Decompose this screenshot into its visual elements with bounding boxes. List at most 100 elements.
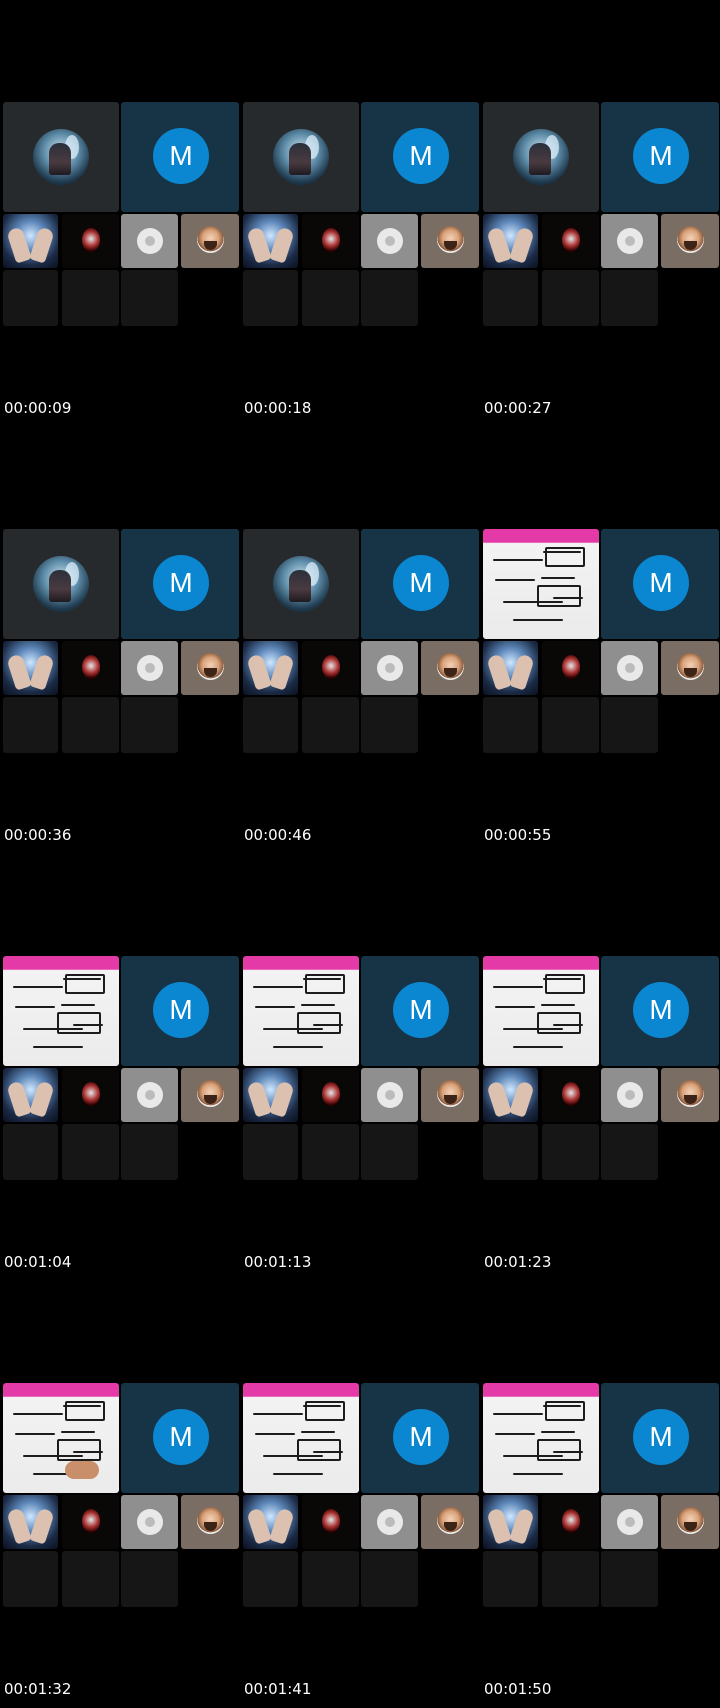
- speaker-avatar-tile[interactable]: [243, 102, 359, 212]
- meeting-thumbnail[interactable]: M: [483, 529, 719, 753]
- participant-photo-tile[interactable]: [661, 214, 719, 268]
- participant-photo-tile[interactable]: [421, 1068, 479, 1122]
- meeting-thumbnail[interactable]: M: [243, 956, 479, 1180]
- meeting-thumbnail[interactable]: M: [243, 1383, 479, 1607]
- participant-placeholder-tile[interactable]: [601, 1495, 658, 1549]
- participant-hands-tile[interactable]: [483, 1068, 538, 1122]
- participant-m-tile[interactable]: M: [121, 529, 239, 639]
- frame-cell[interactable]: M 00:01:13: [240, 854, 480, 1281]
- participant-dark-tile[interactable]: [302, 214, 359, 268]
- frame-cell[interactable]: M 00:01:50: [480, 1281, 720, 1708]
- participant-m-tile[interactable]: M: [361, 956, 479, 1066]
- participant-photo-tile[interactable]: [181, 1068, 239, 1122]
- meeting-thumbnail[interactable]: M: [3, 529, 239, 753]
- participant-dark-tile[interactable]: [62, 1495, 119, 1549]
- empty-tile: [3, 697, 58, 753]
- participant-placeholder-tile[interactable]: [601, 1068, 658, 1122]
- participant-dark-tile[interactable]: [302, 1068, 359, 1122]
- meeting-thumbnail[interactable]: M: [3, 956, 239, 1180]
- whiteboard-video-tile[interactable]: [3, 956, 119, 1066]
- participant-hands-tile[interactable]: [483, 641, 538, 695]
- whiteboard-video-tile[interactable]: [243, 956, 359, 1066]
- participant-hands-tile[interactable]: [3, 1068, 58, 1122]
- participant-hands-tile[interactable]: [3, 1495, 58, 1549]
- participant-hands-tile[interactable]: [243, 1495, 298, 1549]
- participant-dark-tile[interactable]: [62, 1068, 119, 1122]
- participant-placeholder-tile[interactable]: [121, 641, 178, 695]
- frame-cell[interactable]: M 00:01:41: [240, 1281, 480, 1708]
- whiteboard-video-tile[interactable]: [483, 529, 599, 639]
- speaker-avatar-tile[interactable]: [243, 529, 359, 639]
- participant-dark-tile[interactable]: [542, 1495, 599, 1549]
- participant-dark-tile[interactable]: [542, 214, 599, 268]
- handwriting-stroke: [493, 986, 543, 988]
- meeting-thumbnail[interactable]: M: [243, 529, 479, 753]
- participant-placeholder-tile[interactable]: [361, 641, 418, 695]
- participant-dark-tile[interactable]: [62, 214, 119, 268]
- participant-m-tile[interactable]: M: [601, 1383, 719, 1493]
- participant-dark-tile[interactable]: [62, 641, 119, 695]
- frame-cell[interactable]: M 00:00:36: [0, 427, 240, 854]
- meeting-thumbnail[interactable]: M: [243, 102, 479, 326]
- frame-cell[interactable]: M 00:00:27: [480, 0, 720, 427]
- participant-photo-tile[interactable]: [181, 1495, 239, 1549]
- participant-photo-tile[interactable]: [661, 641, 719, 695]
- participant-dark-tile[interactable]: [542, 641, 599, 695]
- participant-placeholder-tile[interactable]: [121, 214, 178, 268]
- frame-cell[interactable]: M 00:00:18: [240, 0, 480, 427]
- frame-cell[interactable]: M 00:00:09: [0, 0, 240, 427]
- participant-hands-tile[interactable]: [3, 214, 58, 268]
- participant-hands-tile[interactable]: [483, 214, 538, 268]
- participant-m-tile[interactable]: M: [601, 102, 719, 212]
- frame-cell[interactable]: M 00:01:32: [0, 1281, 240, 1708]
- participant-m-tile[interactable]: M: [361, 102, 479, 212]
- participant-m-tile[interactable]: M: [361, 529, 479, 639]
- participant-hands-tile[interactable]: [243, 641, 298, 695]
- participant-m-tile[interactable]: M: [121, 1383, 239, 1493]
- whiteboard-video-tile[interactable]: [483, 956, 599, 1066]
- speaker-avatar-tile[interactable]: [3, 529, 119, 639]
- participant-photo-tile[interactable]: [421, 214, 479, 268]
- whiteboard-video-tile[interactable]: [3, 1383, 119, 1493]
- frame-cell[interactable]: M 00:01:04: [0, 854, 240, 1281]
- meeting-thumbnail[interactable]: M: [3, 102, 239, 326]
- participant-photo-tile[interactable]: [181, 641, 239, 695]
- participant-photo-tile[interactable]: [181, 214, 239, 268]
- participant-placeholder-tile[interactable]: [601, 214, 658, 268]
- whiteboard-video-tile[interactable]: [483, 1383, 599, 1493]
- frame-cell[interactable]: M 00:00:55: [480, 427, 720, 854]
- participant-placeholder-tile[interactable]: [121, 1068, 178, 1122]
- speaker-avatar-tile[interactable]: [483, 102, 599, 212]
- participant-dark-tile[interactable]: [302, 641, 359, 695]
- participant-placeholder-tile[interactable]: [601, 641, 658, 695]
- whiteboard-video-tile[interactable]: [243, 1383, 359, 1493]
- participant-m-tile[interactable]: M: [121, 102, 239, 212]
- participant-m-tile[interactable]: M: [601, 529, 719, 639]
- participant-placeholder-tile[interactable]: [361, 214, 418, 268]
- participant-hands-tile[interactable]: [243, 1068, 298, 1122]
- participant-photo-tile[interactable]: [661, 1068, 719, 1122]
- participant-dark-tile[interactable]: [542, 1068, 599, 1122]
- frame-cell[interactable]: M 00:00:46: [240, 427, 480, 854]
- participant-placeholder-tile[interactable]: [121, 1495, 178, 1549]
- participant-placeholder-tile[interactable]: [361, 1068, 418, 1122]
- participant-photo-tile[interactable]: [421, 1495, 479, 1549]
- frame-timestamp: 00:00:09: [4, 399, 72, 417]
- participant-placeholder-tile[interactable]: [361, 1495, 418, 1549]
- participant-photo-tile[interactable]: [661, 1495, 719, 1549]
- meeting-thumbnail[interactable]: M: [3, 1383, 239, 1607]
- participant-m-tile[interactable]: M: [121, 956, 239, 1066]
- participant-hands-tile[interactable]: [243, 214, 298, 268]
- participant-hands-tile[interactable]: [483, 1495, 538, 1549]
- frame-timestamp: 00:01:41: [244, 1680, 312, 1698]
- meeting-thumbnail[interactable]: M: [483, 956, 719, 1180]
- meeting-thumbnail[interactable]: M: [483, 1383, 719, 1607]
- frame-cell[interactable]: M 00:01:23: [480, 854, 720, 1281]
- speaker-avatar-tile[interactable]: [3, 102, 119, 212]
- participant-m-tile[interactable]: M: [601, 956, 719, 1066]
- participant-hands-tile[interactable]: [3, 641, 58, 695]
- meeting-thumbnail[interactable]: M: [483, 102, 719, 326]
- participant-m-tile[interactable]: M: [361, 1383, 479, 1493]
- participant-dark-tile[interactable]: [302, 1495, 359, 1549]
- participant-photo-tile[interactable]: [421, 641, 479, 695]
